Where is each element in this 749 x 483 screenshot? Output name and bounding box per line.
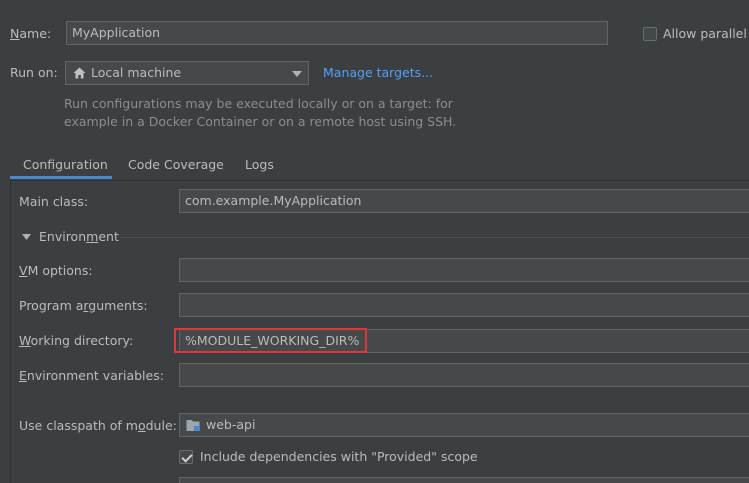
working-directory-label: Working directory: bbox=[19, 333, 133, 348]
program-arguments-pre: Program a bbox=[19, 298, 84, 313]
name-input-value: MyApplication bbox=[72, 25, 161, 40]
tab-configuration-underline bbox=[10, 176, 112, 179]
home-icon bbox=[73, 67, 86, 79]
tab-code-coverage[interactable]: Code Coverage bbox=[128, 157, 224, 172]
vm-options-rest: M options: bbox=[27, 263, 93, 278]
name-label: Name: bbox=[10, 26, 51, 41]
classpath-module-value: web-api bbox=[206, 417, 256, 432]
environment-section-label: Environment bbox=[39, 229, 119, 244]
name-input[interactable]: MyApplication bbox=[66, 21, 608, 45]
working-directory-rest: orking directory: bbox=[30, 333, 134, 348]
include-provided-checkbox[interactable]: Include dependencies with "Provided" sco… bbox=[179, 449, 478, 464]
allow-parallel-label: Allow parallel r bbox=[663, 26, 749, 41]
run-on-hint-line1: Run configurations may be executed local… bbox=[64, 96, 453, 111]
chevron-down-icon bbox=[292, 71, 302, 77]
tab-logs[interactable]: Logs bbox=[245, 157, 274, 172]
name-label-rest: ame: bbox=[19, 26, 52, 41]
tab-configuration[interactable]: Configuration bbox=[23, 157, 108, 172]
jre-dropdown-partial[interactable] bbox=[179, 477, 749, 483]
classpath-module-post: dule: bbox=[145, 418, 177, 433]
program-arguments-post: guments: bbox=[88, 298, 148, 313]
environment-variables-label: Environment variables: bbox=[19, 368, 164, 383]
environment-section-toggle[interactable]: Environment bbox=[22, 229, 119, 244]
classpath-module-label: Use classpath of module: bbox=[19, 418, 177, 433]
run-on-selected: Local machine bbox=[91, 65, 182, 80]
vm-options-label: VM options: bbox=[19, 263, 93, 278]
run-on-dropdown[interactable]: Local machine bbox=[65, 61, 309, 85]
vm-options-input[interactable] bbox=[179, 258, 749, 282]
main-class-input[interactable]: com.example.MyApplication bbox=[179, 189, 749, 213]
vm-options-mnemonic: V bbox=[19, 263, 28, 278]
environment-variables-input[interactable] bbox=[179, 363, 749, 387]
manage-targets-link[interactable]: Manage targets... bbox=[323, 65, 433, 80]
environment-variables-rest: nvironment variables: bbox=[26, 368, 164, 383]
triangle-down-icon bbox=[22, 233, 31, 240]
environment-label-pre: Environ bbox=[39, 229, 87, 244]
program-arguments-label: Program arguments: bbox=[19, 298, 148, 313]
environment-separator bbox=[120, 237, 749, 238]
classpath-module-pre: Use classpath of m bbox=[19, 418, 138, 433]
working-directory-highlight bbox=[174, 328, 367, 353]
name-label-mnemonic: N bbox=[10, 26, 20, 41]
allow-parallel-box[interactable] bbox=[643, 26, 657, 41]
include-provided-label: Include dependencies with "Provided" sco… bbox=[200, 449, 478, 464]
include-provided-box[interactable] bbox=[179, 449, 193, 464]
classpath-module-mnemonic: o bbox=[137, 418, 146, 433]
run-on-hint-line2: example in a Docker Container or on a re… bbox=[64, 114, 457, 129]
allow-parallel-checkbox[interactable]: Allow parallel r bbox=[643, 26, 749, 41]
main-class-value: com.example.MyApplication bbox=[185, 193, 362, 208]
run-on-label: Run on: bbox=[10, 65, 58, 80]
environment-label-post: ent bbox=[98, 229, 119, 244]
main-class-label: Main class: bbox=[19, 194, 89, 209]
environment-label-mnemonic: m bbox=[86, 229, 99, 244]
module-folder-icon bbox=[186, 419, 200, 431]
classpath-module-dropdown[interactable]: web-api bbox=[179, 413, 749, 437]
environment-variables-mnemonic: E bbox=[19, 368, 27, 383]
run-on-hint: Run configurations may be executed local… bbox=[64, 95, 456, 131]
program-arguments-input[interactable] bbox=[179, 293, 749, 317]
working-directory-mnemonic: W bbox=[19, 333, 31, 348]
